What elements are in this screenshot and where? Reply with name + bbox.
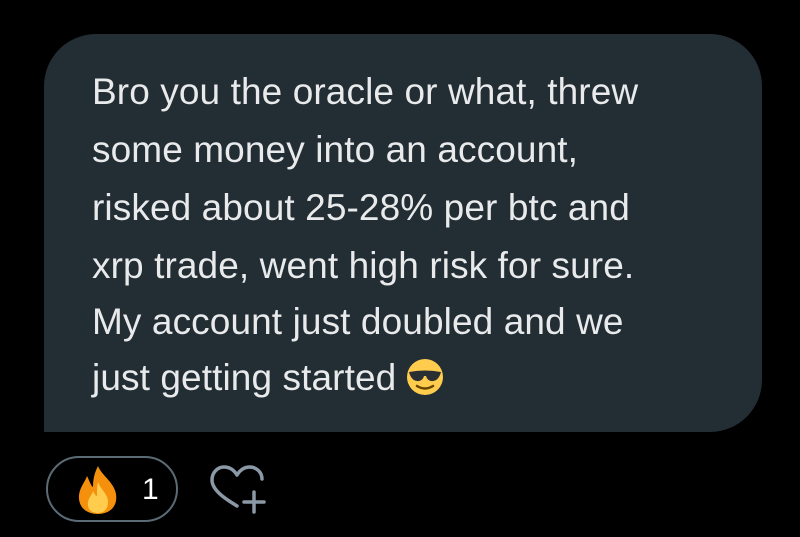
add-reaction-button[interactable] — [204, 462, 270, 518]
message-line: My account just doubled and we — [92, 301, 624, 342]
message-line-text: just getting started — [92, 357, 397, 398]
message-line-last: just getting started — [92, 350, 444, 412]
fire-icon — [74, 464, 122, 521]
message-line: Bro you the oracle or what, threw — [92, 71, 639, 112]
message-line: risked about 25-28% per btc and — [92, 187, 630, 228]
heart-plus-icon — [210, 465, 266, 514]
message-line: xrp trade, went high risk for sure. — [92, 245, 635, 286]
message-line: some money into an account, — [92, 129, 579, 170]
fire-reaction-button[interactable]: 1 — [46, 456, 178, 522]
sunglasses-face-icon — [406, 356, 444, 412]
reaction-count: 1 — [142, 473, 159, 506]
